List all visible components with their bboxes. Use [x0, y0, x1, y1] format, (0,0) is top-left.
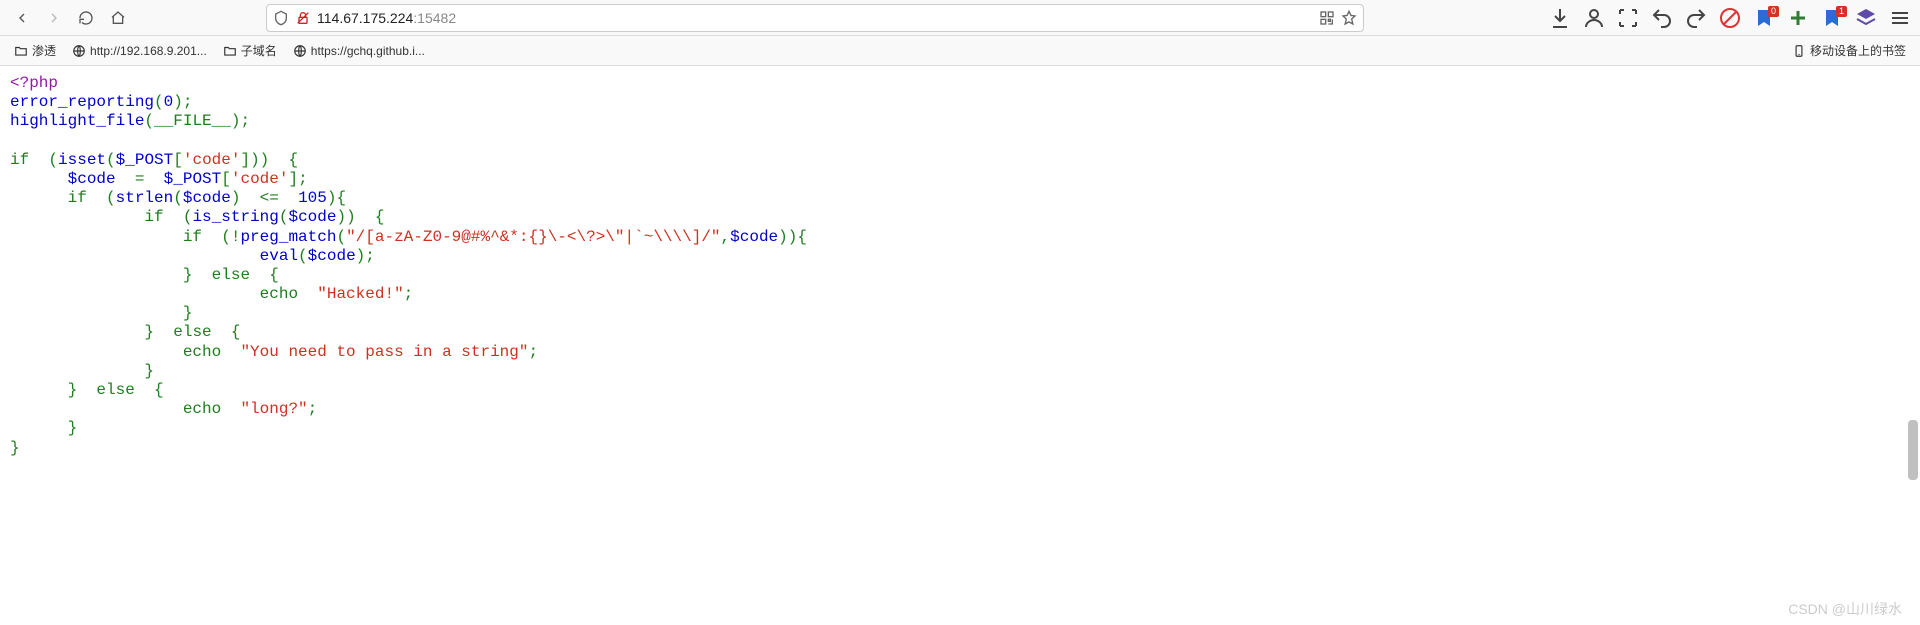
reload-button[interactable]: [72, 4, 100, 32]
downloads-icon[interactable]: [1548, 6, 1572, 30]
forward-button[interactable]: [40, 4, 68, 32]
fn-is-string: is_string: [192, 208, 278, 226]
bookmark-label: http://192.168.9.201...: [90, 44, 207, 58]
kw-if: if: [10, 151, 29, 169]
insecure-lock-icon[interactable]: [295, 10, 311, 26]
bookmark-folder[interactable]: 子域名: [217, 39, 283, 62]
fn-strlen: strlen: [116, 189, 174, 207]
url-text: 114.67.175.224:15482: [317, 10, 1313, 26]
undo-icon[interactable]: [1650, 6, 1674, 30]
var-post: $_POST: [164, 170, 222, 188]
var-code: $code: [183, 189, 231, 207]
fn-highlight-file: highlight_file: [10, 112, 144, 130]
bookmark-folder[interactable]: 渗透: [8, 39, 62, 62]
account-icon[interactable]: [1582, 6, 1606, 30]
bookmark-label: 渗透: [32, 42, 56, 59]
var-code: $code: [68, 170, 116, 188]
fn-isset: isset: [58, 151, 106, 169]
page-content: <?php error_reporting(0); highlight_file…: [0, 66, 1920, 466]
num: 105: [298, 189, 327, 207]
kw-else: else: [212, 266, 250, 284]
bookmark-label: 子域名: [241, 42, 277, 59]
kw-else: else: [173, 323, 211, 341]
kw-echo: echo: [183, 343, 221, 361]
kw-echo: echo: [260, 285, 298, 303]
kw-if: if: [183, 228, 202, 246]
screenshot-icon[interactable]: [1616, 6, 1640, 30]
bookmark-bar: 渗透 http://192.168.9.201... 子域名 https://g…: [0, 36, 1920, 66]
var-code: $code: [730, 228, 778, 246]
address-bar[interactable]: 114.67.175.224:15482: [266, 4, 1364, 32]
layers-icon[interactable]: [1854, 6, 1878, 30]
fn-error-reporting: error_reporting: [10, 93, 154, 111]
var-code: $code: [288, 208, 336, 226]
watermark: CSDN @山川绿水: [1788, 599, 1902, 619]
str: 'code': [183, 151, 241, 169]
str: "long?": [240, 400, 307, 418]
var-post: $_POST: [116, 151, 174, 169]
kw-if: if: [144, 208, 163, 226]
extension-icon[interactable]: 1: [1820, 6, 1844, 30]
str: 'code': [231, 170, 289, 188]
arg: __FILE__: [154, 112, 231, 130]
browser-toolbar: 114.67.175.224:15482 0 1: [0, 0, 1920, 36]
qr-icon[interactable]: [1319, 10, 1335, 26]
ext-badge: 1: [1836, 6, 1847, 17]
arg: 0: [164, 93, 174, 111]
var-code: $code: [308, 247, 356, 265]
block-icon[interactable]: [1718, 6, 1742, 30]
bookmark-star-icon[interactable]: [1341, 10, 1357, 26]
str: "You need to pass in a string": [240, 343, 528, 361]
str: "Hacked!": [317, 285, 403, 303]
fn-preg-match: preg_match: [240, 228, 336, 246]
fn-eval: eval: [260, 247, 298, 265]
add-extension-icon[interactable]: [1786, 6, 1810, 30]
redo-icon[interactable]: [1684, 6, 1708, 30]
back-button[interactable]: [8, 4, 36, 32]
notify-badge: 0: [1768, 6, 1779, 17]
kw-echo: echo: [183, 400, 221, 418]
str-regex: "/[a-zA-Z0-9@#%^&*:{}\-<\?>\"|`~\\\\]/": [346, 228, 720, 246]
toolbar-right: 0 1: [1548, 6, 1912, 30]
notify-icon[interactable]: 0: [1752, 6, 1776, 30]
home-button[interactable]: [104, 4, 132, 32]
bookmark-label: https://gchq.github.i...: [311, 44, 425, 58]
mobile-bookmarks[interactable]: 移动设备上的书签: [1786, 39, 1912, 62]
bookmark-link[interactable]: https://gchq.github.i...: [287, 41, 431, 61]
kw-else: else: [96, 381, 134, 399]
php-open-tag: <?php: [10, 74, 58, 92]
bookmark-label: 移动设备上的书签: [1810, 42, 1906, 59]
menu-icon[interactable]: [1888, 6, 1912, 30]
bookmark-link[interactable]: http://192.168.9.201...: [66, 41, 213, 61]
kw-if: if: [68, 189, 87, 207]
shield-icon[interactable]: [273, 10, 289, 26]
scrollbar-thumb[interactable]: [1908, 420, 1918, 480]
